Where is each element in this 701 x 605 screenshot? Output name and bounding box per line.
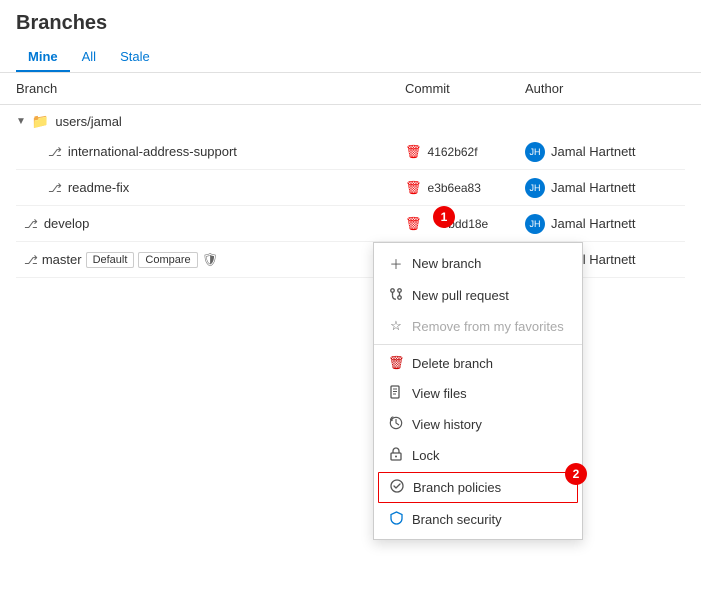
branch-icon: ⎇ <box>24 253 38 267</box>
context-menu: ＋ New branch New pull request ☆ Remove f… <box>373 242 583 540</box>
branch-icon: ⎇ <box>48 181 62 195</box>
trash-icon: 🗑 <box>388 355 404 371</box>
branch-row-master: ⎇ master Default Compare 🛡 ★ ··· 4162b62… <box>16 242 685 278</box>
menu-item-branch-security[interactable]: Branch security <box>374 504 582 535</box>
chevron-down-icon[interactable]: ▼ <box>16 116 26 127</box>
col-author: Author <box>525 81 685 96</box>
branch-cell: ⎇ readme-fix <box>16 180 405 195</box>
branch-cell: ⎇ master Default Compare 🛡 <box>16 252 405 268</box>
author-name: Jamal Hartnett <box>551 144 636 159</box>
menu-label: View history <box>412 417 482 432</box>
branch-list: ▼ 📁 users/jamal ⎇ international-address-… <box>0 105 701 278</box>
plus-icon: ＋ <box>388 254 404 273</box>
table-header: Branch Commit Author <box>0 73 701 105</box>
commit-hash: e3b6ea83 <box>428 181 481 195</box>
menu-label: New branch <box>412 256 481 271</box>
avatar: JH <box>525 178 545 198</box>
author-cell: JH Jamal Hartnett <box>525 142 685 162</box>
menu-item-view-history[interactable]: View history <box>374 409 582 440</box>
menu-label: Branch policies <box>413 480 501 495</box>
page-title: Branches <box>16 12 685 35</box>
tab-mine[interactable]: Mine <box>16 43 70 72</box>
branch-name: international-address-support <box>68 144 237 159</box>
page-header: Branches Mine All Stale <box>0 0 701 73</box>
col-branch: Branch <box>16 81 405 96</box>
branch-name: readme-fix <box>68 180 129 195</box>
files-icon <box>388 385 404 402</box>
branch-icon: ⎇ <box>48 145 62 159</box>
col-commit: Commit <box>405 81 525 96</box>
shield-menu-icon <box>388 511 404 528</box>
delete-icon[interactable]: 🗑 <box>405 180 422 196</box>
commit-cell: 🗑 1 9bdd18e <box>405 216 525 232</box>
group-row-users-jamal: ▼ 📁 users/jamal <box>16 105 685 134</box>
branch-cell: ⎇ international-address-support <box>16 144 405 159</box>
step-badge-2: 2 <box>565 463 587 485</box>
history-icon <box>388 416 404 433</box>
menu-item-view-files[interactable]: View files <box>374 378 582 409</box>
star-outline-icon: ☆ <box>388 318 404 334</box>
step-badge-1: 1 <box>433 206 455 228</box>
avatar: JH <box>525 214 545 234</box>
menu-label: Lock <box>412 448 439 463</box>
avatar: JH <box>525 142 545 162</box>
menu-label: Remove from my favorites <box>412 319 564 334</box>
tab-stale[interactable]: Stale <box>108 43 162 72</box>
menu-label: Delete branch <box>412 356 493 371</box>
shield-icon[interactable]: 🛡 <box>202 252 219 268</box>
menu-item-remove-favorites[interactable]: ☆ Remove from my favorites <box>374 311 582 341</box>
branch-name: develop <box>44 216 90 231</box>
menu-item-delete-branch[interactable]: 🗑 Delete branch <box>374 348 582 378</box>
group-name: users/jamal <box>55 114 121 129</box>
menu-label: Branch security <box>412 512 502 527</box>
delete-icon[interactable]: 🗑 <box>405 216 422 232</box>
author-name: Jamal Hartnett <box>551 216 636 231</box>
branch-row: ⎇ readme-fix 🗑 e3b6ea83 JH Jamal Hartnet… <box>16 170 685 206</box>
menu-label: View files <box>412 386 467 401</box>
menu-item-lock[interactable]: Lock <box>374 440 582 471</box>
author-cell: JH Jamal Hartnett <box>525 214 685 234</box>
delete-icon[interactable]: 🗑 <box>405 144 422 160</box>
compare-badge[interactable]: Compare <box>138 252 197 268</box>
author-cell: JH Jamal Hartnett <box>525 178 685 198</box>
branch-name: master <box>42 252 82 267</box>
menu-item-branch-policies[interactable]: Branch policies 2 <box>378 472 578 503</box>
menu-item-new-branch[interactable]: ＋ New branch <box>374 247 582 280</box>
lock-icon <box>388 447 404 464</box>
menu-label: New pull request <box>412 288 509 303</box>
branch-cell: ⎇ develop <box>16 216 405 231</box>
menu-divider <box>374 344 582 345</box>
author-name: Jamal Hartnett <box>551 180 636 195</box>
folder-icon: 📁 <box>32 113 49 130</box>
pull-request-icon <box>388 287 404 304</box>
branch-icon: ⎇ <box>24 217 38 231</box>
menu-item-new-pull-request[interactable]: New pull request <box>374 280 582 311</box>
commit-hash: 4162b62f <box>428 145 478 159</box>
commit-cell: 🗑 4162b62f <box>405 144 525 160</box>
branch-row-develop: ⎇ develop 🗑 1 9bdd18e JH Jamal Hartnett <box>16 206 685 242</box>
commit-cell: 🗑 e3b6ea83 <box>405 180 525 196</box>
policy-icon <box>389 479 405 496</box>
tab-all[interactable]: All <box>70 43 108 72</box>
tab-bar: Mine All Stale <box>16 43 685 72</box>
default-badge[interactable]: Default <box>86 252 135 268</box>
branch-row: ⎇ international-address-support 🗑 4162b6… <box>16 134 685 170</box>
